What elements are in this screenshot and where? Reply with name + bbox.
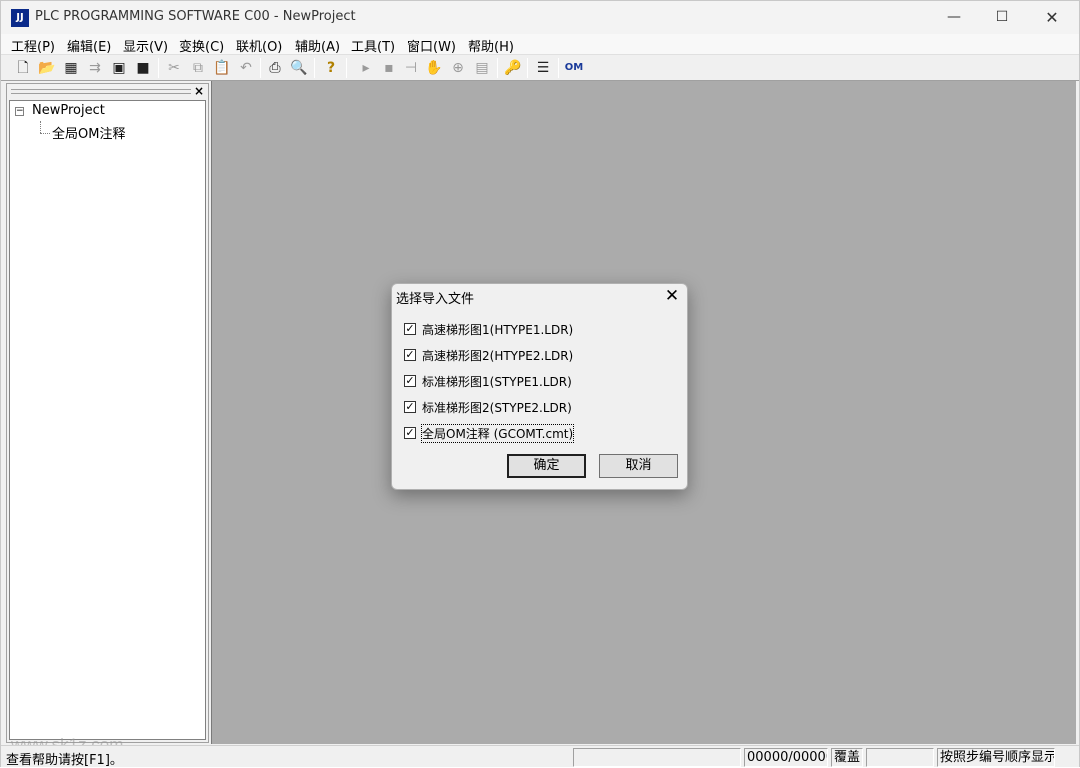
menu-project[interactable]: 工程(P) bbox=[11, 36, 55, 55]
dialog-close-icon[interactable]: ✕ bbox=[658, 284, 686, 308]
menu-edit[interactable]: 编辑(E) bbox=[67, 36, 111, 55]
checkbox-label[interactable]: 全局OM注释 (GCOMT.cmt) bbox=[420, 424, 575, 443]
save-icon[interactable]: ▣ bbox=[109, 58, 129, 78]
checkbox-checked-icon[interactable]: ✓ bbox=[404, 427, 416, 439]
menu-assist[interactable]: 辅助(A) bbox=[295, 36, 340, 55]
tree-item-root[interactable]: NewProject bbox=[32, 103, 105, 118]
print-icon[interactable]: ⎙ bbox=[265, 58, 285, 78]
import-dialog: 选择导入文件 ✕ ✓ 高速梯形图1(HTYPE1.LDR) ✓ 高速梯形图2(H… bbox=[391, 283, 688, 490]
checkbox-label[interactable]: 高速梯形图1(HTYPE1.LDR) bbox=[422, 321, 573, 338]
list-icon[interactable]: ▤ bbox=[472, 58, 492, 78]
menu-tools[interactable]: 工具(T) bbox=[351, 36, 395, 55]
app-logo-icon: JJ bbox=[11, 9, 29, 27]
maximize-button[interactable]: ☐ bbox=[979, 1, 1025, 34]
status-empty-cell bbox=[573, 748, 741, 767]
menu-bar: 工程(P) 编辑(E) 显示(V) 变换(C) 联机(O) 辅助(A) 工具(T… bbox=[1, 34, 1079, 55]
key-icon[interactable]: 🔑 bbox=[503, 58, 523, 78]
convert-icon[interactable]: ⇉ bbox=[85, 58, 105, 78]
menu-window[interactable]: 窗口(W) bbox=[407, 36, 456, 55]
ladder-list-icon[interactable]: ☰ bbox=[533, 58, 553, 78]
toolbar-separator bbox=[260, 58, 261, 78]
menu-help[interactable]: 帮助(H) bbox=[468, 36, 514, 55]
new-icon[interactable]: 🗋 bbox=[13, 58, 33, 78]
undo-icon[interactable]: ↶ bbox=[236, 58, 256, 78]
menu-view[interactable]: 显示(V) bbox=[123, 36, 168, 55]
close-window-button[interactable]: ✕ bbox=[1029, 1, 1075, 34]
monitor-icon[interactable]: ⊕ bbox=[448, 58, 468, 78]
minimize-button[interactable]: — bbox=[931, 1, 977, 34]
copy-icon[interactable]: ⧉ bbox=[188, 58, 208, 78]
help-icon[interactable]: ? bbox=[321, 58, 341, 78]
run-icon[interactable]: ▸ bbox=[356, 58, 376, 78]
tree-connector bbox=[40, 133, 50, 134]
project-tree: − NewProject 全局OM注释 bbox=[9, 100, 206, 740]
status-display-mode: 按照步编号顺序显示 bbox=[937, 748, 1055, 767]
save-all-icon[interactable]: ■ bbox=[133, 58, 153, 78]
toolbar-separator bbox=[497, 58, 498, 78]
status-empty-cell-2 bbox=[866, 748, 934, 767]
window-title: PLC PROGRAMMING SOFTWARE C00 - NewProjec… bbox=[35, 9, 356, 24]
toolbar-separator bbox=[314, 58, 315, 78]
stop-icon[interactable]: ▪ bbox=[379, 58, 399, 78]
dialog-title: 选择导入文件 bbox=[396, 292, 475, 307]
status-step-counter: 00000/00000 bbox=[744, 748, 828, 767]
print-preview-icon[interactable]: 🔍 bbox=[289, 58, 309, 78]
om-icon[interactable]: OM bbox=[564, 58, 584, 78]
status-help-text: 查看帮助请按[F1]。 bbox=[6, 753, 123, 768]
step-icon[interactable]: ⊣ bbox=[401, 58, 421, 78]
status-mode: 覆盖 bbox=[831, 748, 863, 767]
project-icon[interactable]: ▦ bbox=[61, 58, 81, 78]
project-pane: × − NewProject 全局OM注释 bbox=[6, 83, 209, 743]
tree-item-global-comment[interactable]: 全局OM注释 bbox=[52, 123, 125, 142]
ok-button[interactable]: 确定 bbox=[507, 454, 586, 478]
toolbar-separator bbox=[158, 58, 159, 78]
toolbar: 🗋 📂 ▦ ⇉ ▣ ■ ✂ ⧉ 📋 ↶ ⎙ 🔍 ? ▸ ▪ ⊣ ✋ ⊕ ▤ 🔑 … bbox=[1, 55, 1079, 81]
status-bar: 查看帮助请按[F1]。 00000/00000 覆盖 按照步编号顺序显示 bbox=[1, 745, 1079, 768]
checkbox-label[interactable]: 高速梯形图2(HTYPE2.LDR) bbox=[422, 347, 573, 364]
tree-connector bbox=[40, 121, 41, 133]
checkbox-checked-icon[interactable]: ✓ bbox=[404, 375, 416, 387]
main-window: JJ PLC PROGRAMMING SOFTWARE C00 - NewPro… bbox=[0, 0, 1080, 768]
toolbar-separator bbox=[558, 58, 559, 78]
title-bar: JJ PLC PROGRAMMING SOFTWARE C00 - NewPro… bbox=[1, 1, 1079, 34]
checkbox-checked-icon[interactable]: ✓ bbox=[404, 349, 416, 361]
pane-close-icon[interactable]: × bbox=[194, 84, 204, 98]
paste-icon[interactable]: 📋 bbox=[212, 58, 232, 78]
checkbox-label[interactable]: 标准梯形图1(STYPE1.LDR) bbox=[422, 373, 572, 390]
checkbox-label[interactable]: 标准梯形图2(STYPE2.LDR) bbox=[422, 399, 572, 416]
tree-collapse-icon[interactable]: − bbox=[15, 107, 24, 116]
hand-icon[interactable]: ✋ bbox=[424, 58, 444, 78]
menu-online[interactable]: 联机(O) bbox=[236, 36, 282, 55]
toolbar-separator bbox=[346, 58, 347, 78]
open-icon[interactable]: 📂 bbox=[37, 58, 57, 78]
toolbar-separator bbox=[527, 58, 528, 78]
checkbox-checked-icon[interactable]: ✓ bbox=[404, 401, 416, 413]
pane-grip[interactable] bbox=[11, 89, 191, 94]
menu-convert[interactable]: 变换(C) bbox=[179, 36, 224, 55]
cancel-button[interactable]: 取消 bbox=[599, 454, 678, 478]
checkbox-checked-icon[interactable]: ✓ bbox=[404, 323, 416, 335]
cut-icon[interactable]: ✂ bbox=[164, 58, 184, 78]
